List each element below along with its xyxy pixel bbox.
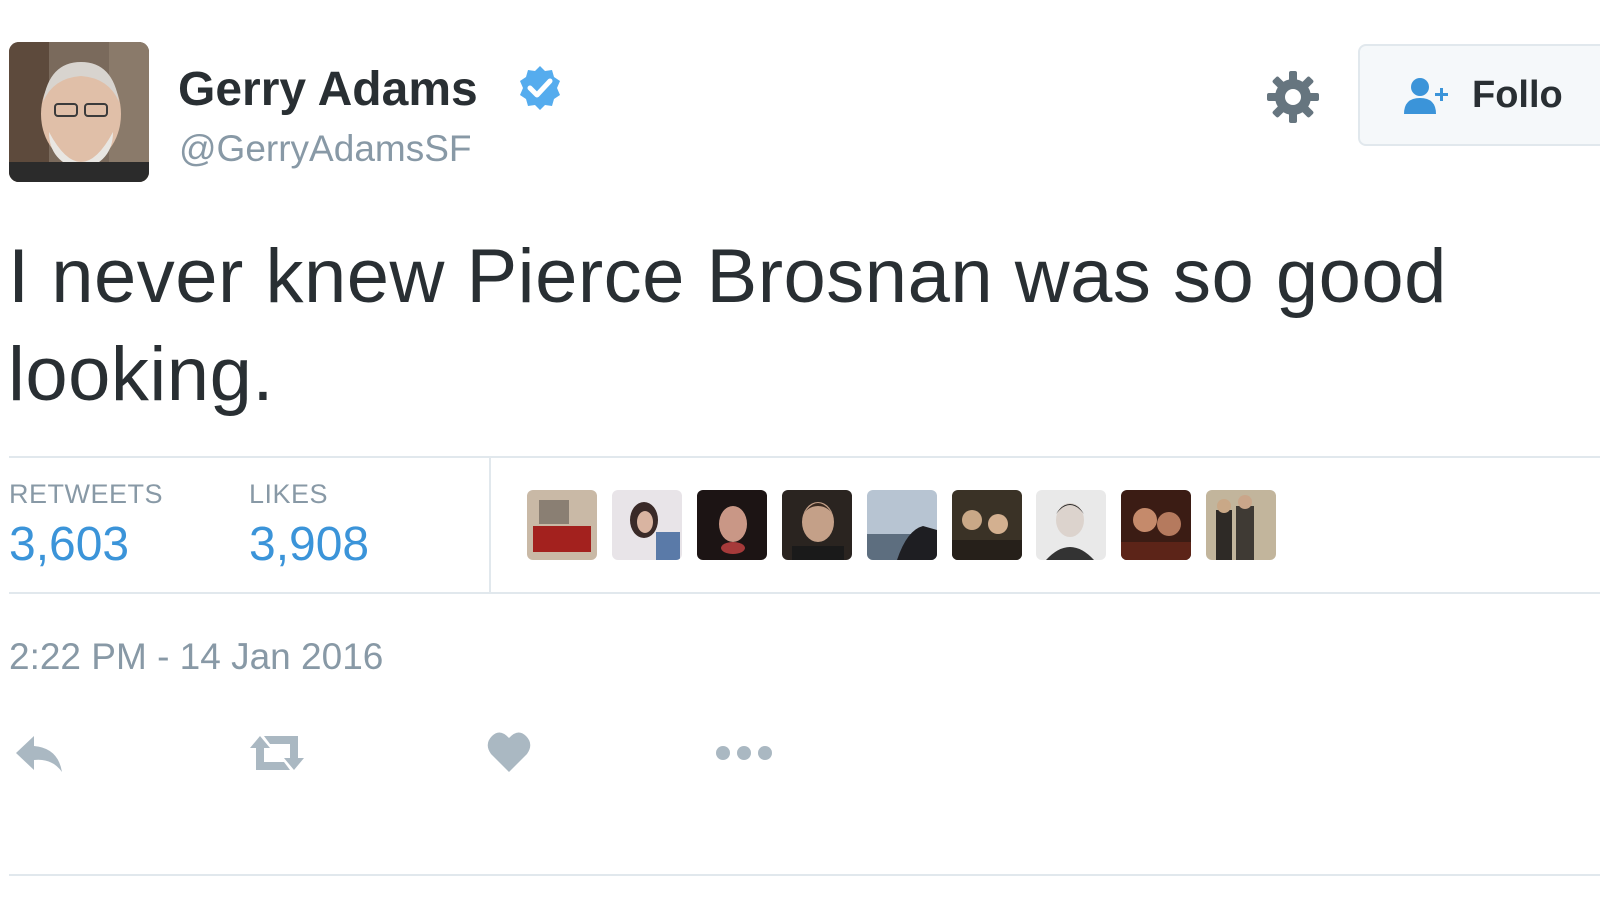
verified-badge-icon [516,64,564,112]
follow-person-icon [1402,76,1454,116]
avatar[interactable] [9,42,149,182]
tweet-text-line-1: I never knew Pierce Brosnan was so good [8,234,1447,319]
retweets-count[interactable]: 3,603 [9,517,129,573]
liker-avatar[interactable] [697,490,767,560]
liker-avatar[interactable] [1036,490,1106,560]
follow-button[interactable]: Follo [1358,44,1600,146]
retweets-label: RETWEETS [9,479,164,509]
liker-avatar[interactable] [612,490,682,560]
stats-top-divider [9,456,1600,458]
stats-vertical-divider [489,457,491,593]
gear-icon[interactable] [1266,70,1320,124]
display-name[interactable]: Gerry Adams [178,62,478,118]
liker-avatar[interactable] [867,490,937,560]
follow-button-label: Follo [1472,74,1563,116]
liker-avatar[interactable] [782,490,852,560]
liker-avatar[interactable] [1121,490,1191,560]
tweet-timestamp[interactable]: 2:22 PM - 14 Jan 2016 [9,635,383,679]
tweet-card: Gerry Adams @GerryAdamsSF Follo I never … [0,0,1600,898]
like-heart-icon[interactable] [486,728,532,778]
liker-avatar[interactable] [527,490,597,560]
more-dots-icon[interactable] [714,728,774,778]
likes-count[interactable]: 3,908 [249,517,369,573]
tweet-text: I never knew Pierce Brosnan was so good … [8,228,1600,424]
tweet-text-line-2: looking. [8,332,274,417]
likes-label: LIKES [249,479,329,509]
user-handle[interactable]: @GerryAdamsSF [179,127,472,171]
card-bottom-divider [9,874,1600,876]
liker-avatar[interactable] [1206,490,1276,560]
liker-avatar[interactable] [952,490,1022,560]
stats-bottom-divider [9,592,1600,594]
reply-icon[interactable] [12,728,64,778]
retweet-icon[interactable] [246,728,308,778]
